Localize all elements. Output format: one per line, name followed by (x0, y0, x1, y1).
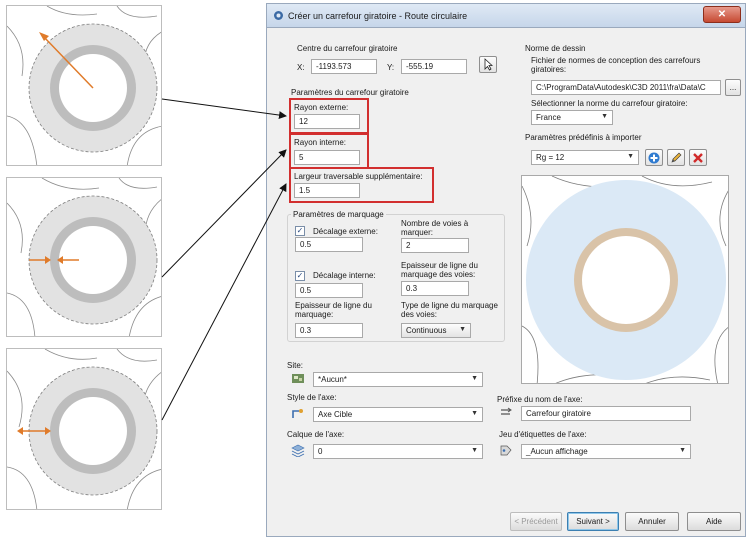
inner-radius-input[interactable]: 5 (294, 150, 360, 165)
thumbnail-inner-radius (6, 177, 162, 337)
browse-button[interactable]: ... (725, 79, 741, 96)
plus-icon (648, 152, 660, 164)
standard-label: Sélectionner la norme du carrefour girat… (531, 99, 688, 108)
params-label: Paramètres du carrefour giratoire (291, 88, 409, 97)
thumbnail-outer-radius (6, 5, 162, 166)
marking-line-thickness-input[interactable]: 0.3 (295, 323, 363, 338)
roundabout-dialog: Créer un carrefour giratoire - Route cir… (266, 3, 746, 537)
thumbnail-extra-width (6, 348, 162, 510)
x-label: X: (297, 63, 305, 72)
extra-width-input[interactable]: 1.5 (294, 183, 360, 198)
chevron-down-icon: ▼ (679, 447, 686, 454)
chevron-down-icon: ▼ (471, 447, 478, 454)
extra-width-label: Largeur traversable supplémentaire: (294, 172, 423, 181)
y-label: Y: (387, 63, 395, 72)
lane-line-thickness-input[interactable]: 0.3 (401, 281, 469, 296)
axis-style-label: Style de l'axe: (287, 393, 337, 402)
outer-offset-checkbox[interactable]: ✓ (295, 226, 305, 236)
style-icon (292, 409, 303, 418)
label-set-icon (500, 445, 512, 456)
chevron-down-icon: ▼ (601, 113, 608, 120)
inner-offset-checkbox[interactable]: ✓ (295, 271, 305, 281)
close-button[interactable]: ✕ (703, 6, 741, 23)
axis-style-select[interactable]: Axe Cible ▼ (313, 407, 483, 422)
pick-point-button[interactable] (479, 56, 497, 73)
label-set-label: Jeu d'étiquettes de l'axe: (499, 430, 587, 439)
lanes-input[interactable]: 2 (401, 238, 469, 253)
outer-radius-label: Rayon externe: (294, 103, 349, 112)
chevron-down-icon: ▼ (627, 153, 634, 160)
marking-line-thickness-label: Epaisseur de ligne du marquage: (295, 301, 372, 319)
red-x-icon (693, 153, 703, 163)
inner-radius-diagram (7, 178, 161, 336)
site-label: Site: (287, 361, 304, 370)
preview-drawing (522, 176, 728, 383)
add-preset-button[interactable] (645, 149, 663, 166)
extra-width-diagram (7, 349, 161, 509)
line-type-label: Type de ligne du marquage des voies: (401, 301, 498, 319)
title-bar: Créer un carrefour giratoire - Route cir… (267, 4, 745, 28)
help-button[interactable]: Aide (687, 512, 741, 531)
axis-layer-label: Calque de l'axe: (287, 430, 345, 439)
prefix-icon (501, 407, 512, 415)
presets-value: Rg = 12 (536, 153, 565, 162)
center-label: Centre du carrefour giratoire (297, 44, 398, 53)
chevron-down-icon: ▼ (471, 410, 478, 417)
axis-style-value: Axe Cible (318, 410, 353, 419)
outer-offset-input[interactable]: 0.5 (295, 237, 363, 252)
axis-prefix-label: Préfixe du nom de l'axe: (497, 395, 583, 404)
lanes-label: Nombre de voies à marquer: (401, 219, 469, 237)
pencil-icon (671, 152, 681, 163)
chevron-down-icon: ▼ (459, 326, 466, 333)
edit-preset-button[interactable] (667, 149, 685, 166)
app-icon (274, 11, 283, 20)
x-input[interactable]: -1193.573 (311, 59, 377, 74)
site-icon (292, 374, 304, 383)
standard-value: France (536, 113, 561, 122)
inner-radius-label: Rayon interne: (294, 138, 347, 147)
line-type-value: Continuous (406, 326, 447, 335)
standard-select[interactable]: France ▼ (531, 110, 613, 125)
cancel-button[interactable]: Annuler (625, 512, 679, 531)
axis-layer-value: 0 (318, 447, 323, 456)
design-label: Norme de dessin (525, 44, 586, 53)
next-button[interactable]: Suivant > (567, 512, 619, 531)
roundabout-preview (521, 175, 729, 384)
chevron-down-icon: ▼ (471, 375, 478, 382)
label-set-select[interactable]: _Aucun affichage ▼ (521, 444, 691, 459)
label-set-value: _Aucun affichage (526, 447, 588, 456)
axis-prefix-input[interactable]: Carrefour giratoire (521, 406, 691, 421)
outer-radius-diagram (7, 6, 161, 165)
presets-select[interactable]: Rg = 12 ▼ (531, 150, 639, 165)
delete-preset-button[interactable] (689, 149, 707, 166)
close-icon: ✕ (717, 9, 727, 20)
lane-line-thickness-label: Epaisseur de ligne du marquage des voies… (401, 261, 478, 279)
outer-radius-input[interactable]: 12 (294, 114, 360, 129)
y-input[interactable]: -555.19 (401, 59, 467, 74)
inner-offset-input[interactable]: 0.5 (295, 283, 363, 298)
inner-offset-label: Décalage interne: (313, 271, 376, 280)
layer-stack-icon (291, 444, 305, 457)
presets-label: Paramètres prédéfinis à importer (525, 133, 642, 142)
outer-offset-label: Décalage externe: (313, 227, 378, 236)
axis-layer-select[interactable]: 0 ▼ (313, 444, 483, 459)
cursor-pick-icon (484, 58, 494, 71)
design-file-label: Fichier de normes de conception des carr… (531, 56, 701, 74)
line-type-select[interactable]: Continuous ▼ (401, 323, 471, 338)
dialog-title: Créer un carrefour giratoire - Route cir… (288, 11, 468, 21)
design-file-path[interactable]: C:\ProgramData\Autodesk\C3D 2011\fra\Dat… (531, 80, 721, 95)
site-value: *Aucun* (318, 375, 347, 384)
previous-button[interactable]: < Précédent (510, 512, 562, 531)
site-select[interactable]: *Aucun* ▼ (313, 372, 483, 387)
marking-label: Paramètres de marquage (291, 210, 386, 219)
